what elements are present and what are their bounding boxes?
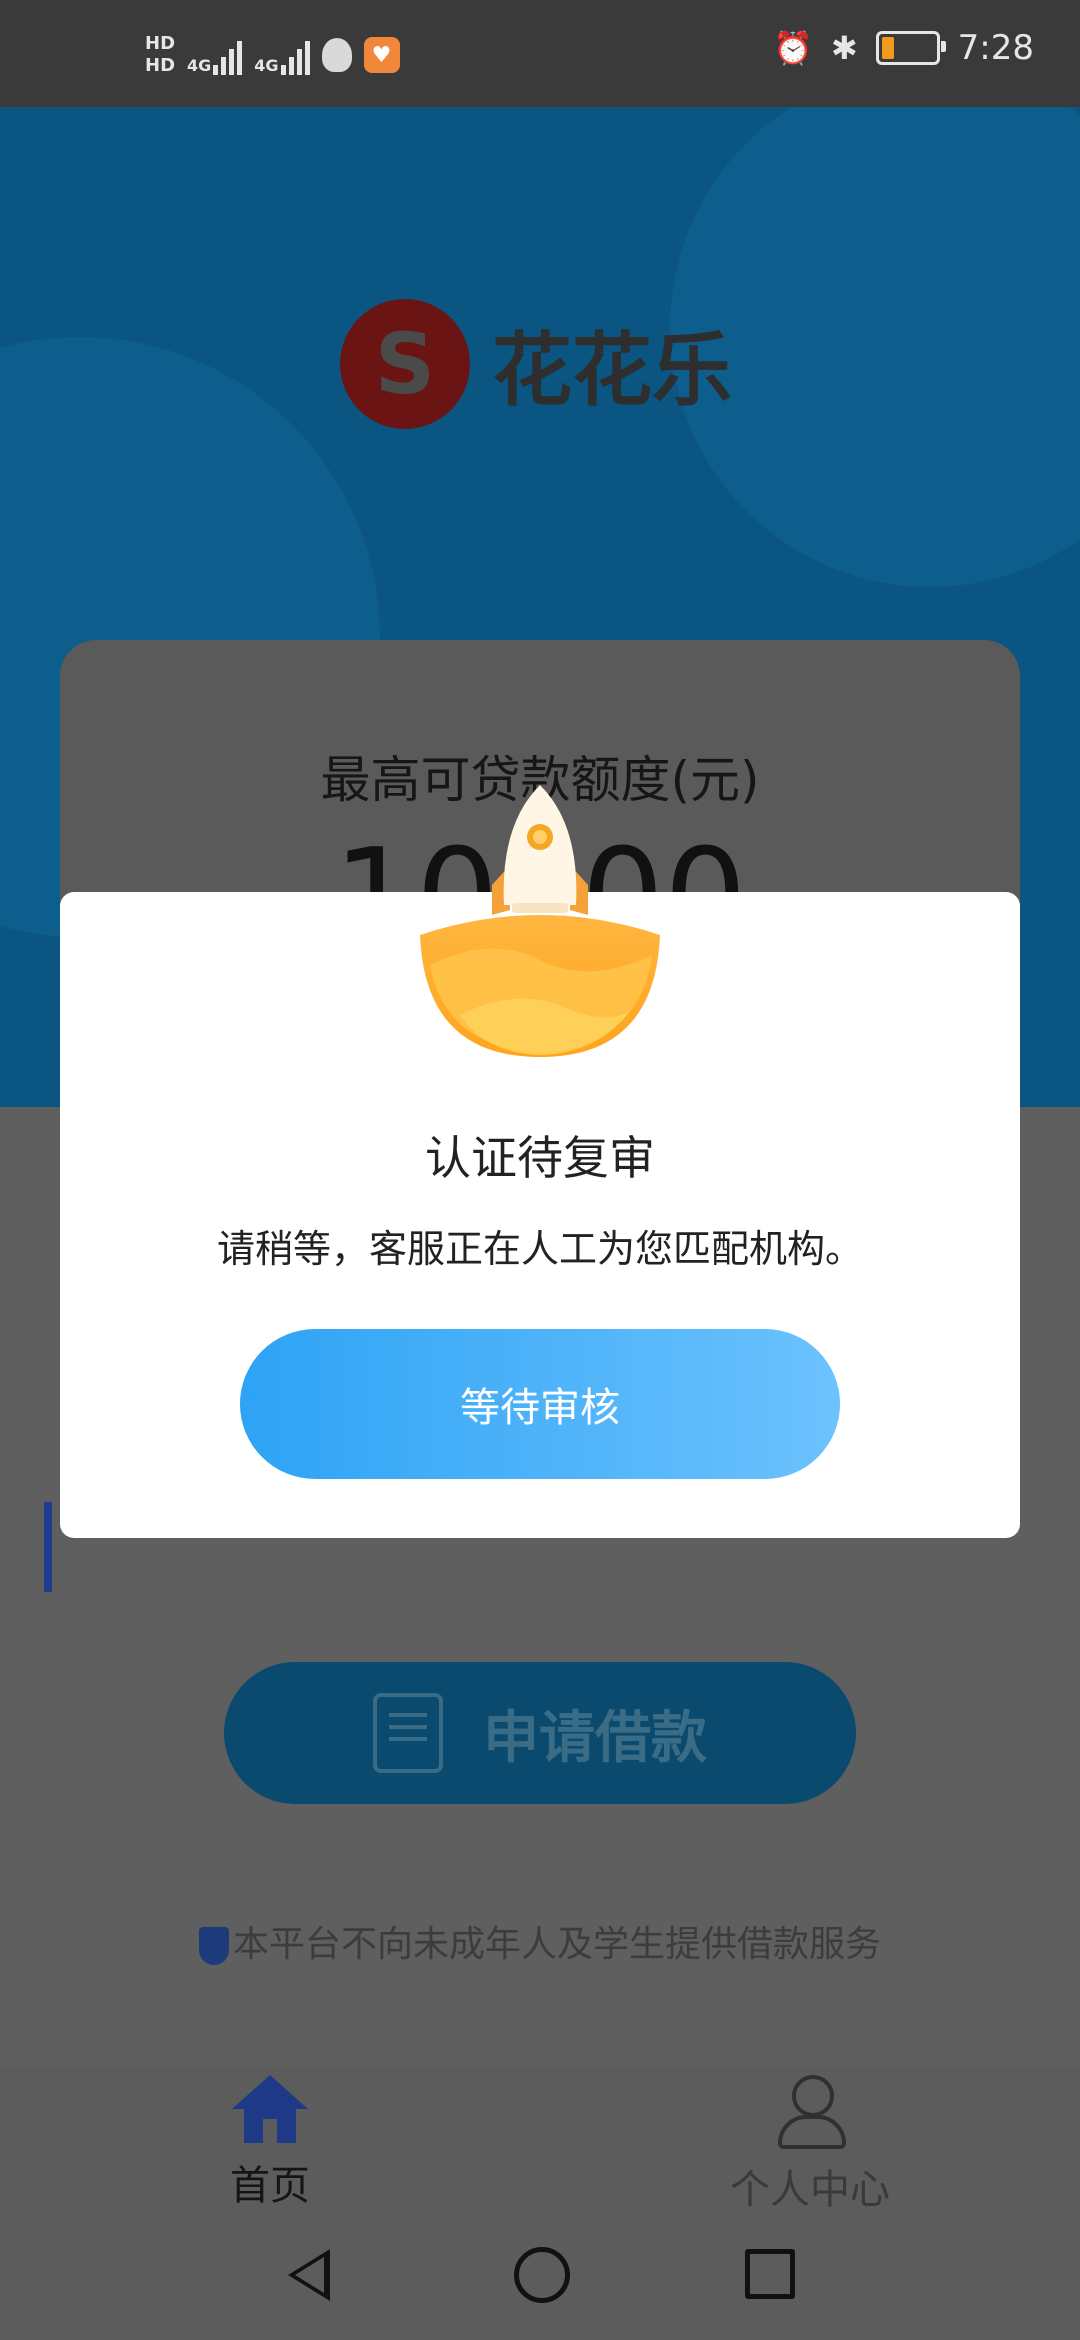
dialog-title: 认证待复审 [425,1131,655,1185]
apply-loan-label: 申请借款 [483,1705,707,1771]
system-nav-bar [0,2207,1080,2340]
status-right: ⏰ ✱ 7:28 [773,28,1034,68]
brand-mark-icon: S [340,299,470,429]
status-left: HD HD 4G 4G ♥ [145,33,400,77]
notification-app-icon: ♥ [363,37,400,73]
network-1-label: 4G [187,56,212,75]
nav-item-home[interactable]: 首页 [120,2075,420,2211]
nav-home-label: 首页 [230,2163,310,2209]
shield-icon [198,1927,229,1965]
back-icon[interactable] [288,2249,330,2301]
brand-name: 花花乐 [492,323,732,417]
clock: 7:28 [957,28,1034,68]
hd2-label: HD [145,55,176,76]
apply-loan-button[interactable]: 申请借款 [224,1662,856,1804]
await-review-button[interactable]: 等待审核 [240,1329,840,1479]
nav-item-profile[interactable]: 个人中心 [660,2075,960,2215]
side-indicator [44,1502,52,1592]
bluetooth-icon: ✱ [830,29,858,67]
brand-logo: S 花花乐 [340,299,732,429]
document-icon [373,1693,443,1773]
home-icon [232,2075,308,2143]
signal-1-icon: 4G [187,35,243,75]
status-bar: HD HD 4G 4G ♥ ⏰ ✱ 7:28 [0,0,1080,107]
dialog-message: 请稍等，客服正在人工为您匹配机构。 [216,1227,863,1271]
hd-indicator: HD HD [145,33,175,77]
hd1-label: HD [145,33,176,54]
recent-apps-icon[interactable] [745,2249,795,2299]
signal-2-icon: 4G [254,35,310,75]
qq-icon [321,38,352,72]
alarm-icon: ⏰ [772,29,813,67]
network-2-label: 4G [254,56,279,75]
bottom-nav: 首页 个人中心 [0,2067,1080,2213]
minor-notice: 本平台不向未成年人及学生提供借款服务 [0,1915,1080,1967]
home-button-icon[interactable] [514,2247,570,2303]
rocket-icon [420,785,660,1057]
battery-icon [875,31,946,65]
user-icon [772,2075,848,2149]
minor-notice-text: 本平台不向未成年人及学生提供借款服务 [232,1924,881,1965]
